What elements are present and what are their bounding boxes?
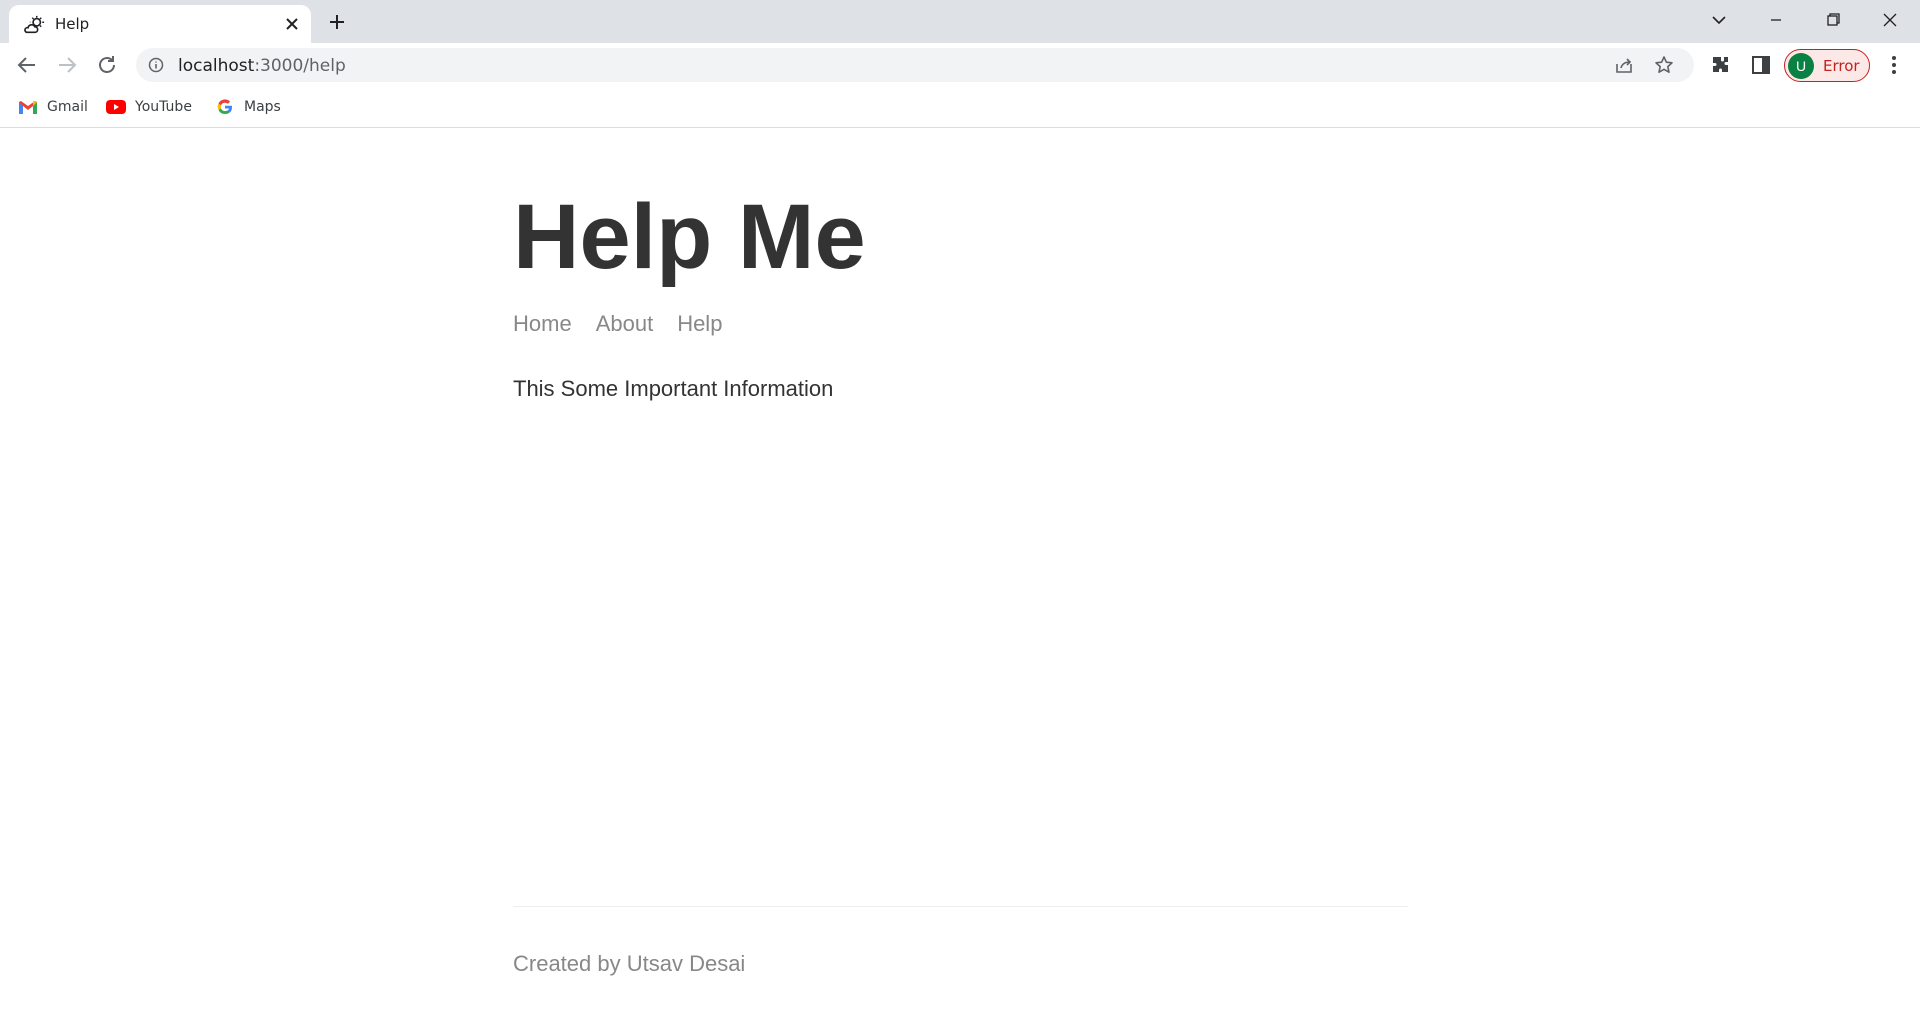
- bookmark-label: Gmail: [47, 99, 88, 115]
- bookmark-star-icon[interactable]: [1654, 55, 1674, 75]
- url-text[interactable]: localhost:3000/help: [178, 56, 346, 76]
- youtube-icon: [106, 100, 126, 114]
- site-info-icon[interactable]: [148, 57, 164, 73]
- reload-icon[interactable]: [95, 53, 119, 77]
- extensions-icon[interactable]: [1709, 53, 1733, 77]
- bookmark-maps[interactable]: Maps: [215, 96, 281, 118]
- nav-link-about[interactable]: About: [596, 311, 654, 336]
- restore-icon[interactable]: [1821, 8, 1845, 32]
- tab-title: Help: [55, 15, 90, 33]
- avatar: U: [1788, 53, 1814, 79]
- tab-strip: Help: [0, 0, 1920, 43]
- close-window-icon[interactable]: [1878, 8, 1902, 32]
- profile-error-label: Error: [1823, 57, 1860, 75]
- address-bar[interactable]: localhost:3000/help: [136, 48, 1694, 82]
- bookmark-youtube[interactable]: YouTube: [106, 96, 192, 118]
- tab-help[interactable]: Help: [9, 5, 311, 43]
- browser-toolbar: localhost:3000/help U Error: [0, 43, 1920, 87]
- new-tab-icon[interactable]: [325, 10, 349, 34]
- profile-button[interactable]: U Error: [1784, 49, 1870, 82]
- forward-icon[interactable]: [55, 53, 79, 77]
- bookmark-gmail[interactable]: Gmail: [18, 96, 88, 118]
- gmail-icon: [19, 101, 37, 114]
- minimize-icon[interactable]: [1764, 8, 1788, 32]
- bookmark-label: Maps: [244, 99, 281, 115]
- nav-link-home[interactable]: Home: [513, 311, 572, 336]
- close-tab-icon[interactable]: [283, 15, 301, 33]
- page-title: Help Me: [513, 186, 866, 288]
- nav-link-help[interactable]: Help: [677, 311, 722, 336]
- google-icon: [217, 99, 232, 115]
- footer-divider: [513, 906, 1408, 907]
- back-icon[interactable]: [15, 53, 39, 77]
- weather-icon: [24, 15, 45, 34]
- share-icon[interactable]: [1614, 55, 1634, 75]
- bookmarks-bar: Gmail YouTube Maps: [0, 87, 1920, 128]
- footer-text: Created by Utsav Desai: [513, 951, 746, 976]
- menu-kebab-icon[interactable]: [1882, 53, 1906, 77]
- tab-search-chevron-icon[interactable]: [1707, 8, 1731, 32]
- side-panel-icon[interactable]: [1749, 53, 1773, 77]
- help-message: This Some Important Information: [513, 376, 834, 401]
- site-nav: Home About Help: [513, 311, 746, 337]
- bookmark-label: YouTube: [135, 99, 192, 115]
